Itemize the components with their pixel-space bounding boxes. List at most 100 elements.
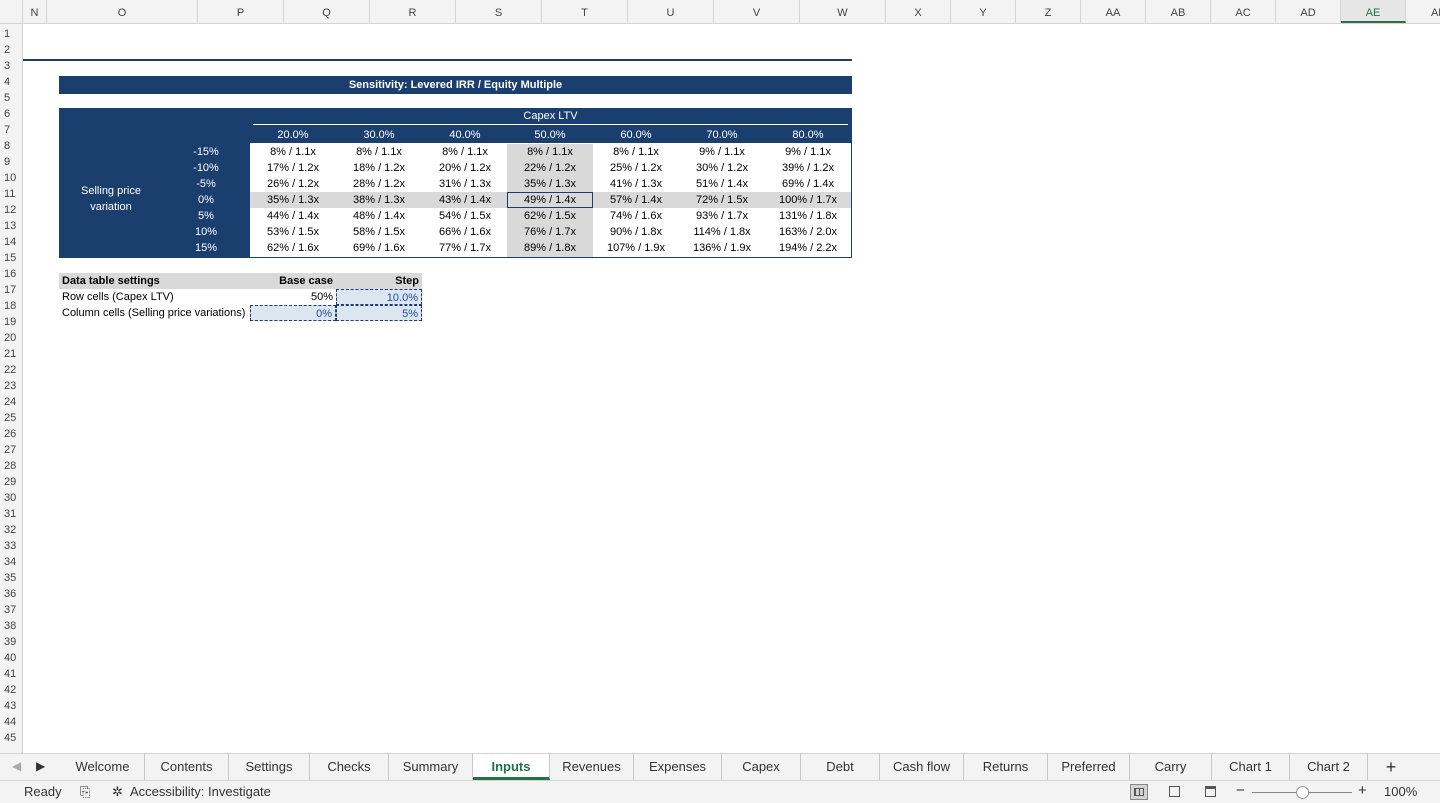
column-header-y[interactable]: Y [951,0,1016,23]
sensitivity-cell[interactable]: 8% / 1.1x [422,144,508,160]
sensitivity-cell[interactable]: 76% / 1.7x [507,224,593,240]
sensitivity-cell[interactable]: 25% / 1.2x [593,160,679,176]
row-header-44[interactable]: 44 [0,714,22,730]
row-header-5[interactable]: 5 [0,90,22,106]
sensitivity-cell[interactable]: 35% / 1.3x [250,192,336,208]
macro-recording-icon[interactable]: ⎘ [80,784,90,800]
sheet-tab-inputs[interactable]: Inputs [473,754,550,780]
sensitivity-cell[interactable]: 8% / 1.1x [593,144,679,160]
column-header-x[interactable]: X [886,0,951,23]
column-header-s[interactable]: S [456,0,542,23]
row-header-11[interactable]: 11 [0,186,22,202]
sensitivity-cell[interactable]: 62% / 1.6x [250,240,336,256]
row-header-41[interactable]: 41 [0,666,22,682]
sensitivity-cell[interactable]: 77% / 1.7x [422,240,508,256]
sensitivity-cell[interactable]: 62% / 1.5x [507,208,593,224]
sensitivity-cell[interactable]: 22% / 1.2x [507,160,593,176]
page-break-view-icon[interactable] [1202,784,1220,800]
row-header-35[interactable]: 35 [0,570,22,586]
sensitivity-cell[interactable]: 100% / 1.7x [765,192,851,208]
sensitivity-cell[interactable]: 8% / 1.1x [507,144,593,160]
row-header-13[interactable]: 13 [0,218,22,234]
row-header-3[interactable]: 3 [0,58,22,74]
row-header-27[interactable]: 27 [0,442,22,458]
column-header-o[interactable]: O [47,0,198,23]
zoom-level[interactable]: 100% [1384,784,1417,799]
row-header-40[interactable]: 40 [0,650,22,666]
row-header-19[interactable]: 19 [0,314,22,330]
sensitivity-cell[interactable]: 44% / 1.4x [250,208,336,224]
row-header-12[interactable]: 12 [0,202,22,218]
sensitivity-cell[interactable]: 38% / 1.3x [336,192,422,208]
column-header-q[interactable]: Q [284,0,370,23]
column-header-w[interactable]: W [800,0,886,23]
row-header-42[interactable]: 42 [0,682,22,698]
column-header-n[interactable]: N [23,0,47,23]
sensitivity-cell[interactable]: 17% / 1.2x [250,160,336,176]
sensitivity-cell[interactable]: 30% / 1.2x [679,160,765,176]
tab-scroll-left-icon[interactable]: ◀ [12,759,21,773]
row-header-15[interactable]: 15 [0,250,22,266]
sheet-tab-expenses[interactable]: Expenses [634,754,722,780]
sensitivity-cell[interactable]: 41% / 1.3x [593,176,679,192]
row-header-9[interactable]: 9 [0,154,22,170]
sensitivity-cell[interactable]: 69% / 1.6x [336,240,422,256]
sensitivity-cell[interactable]: 93% / 1.7x [679,208,765,224]
sensitivity-cell[interactable]: 53% / 1.5x [250,224,336,240]
sensitivity-cell[interactable]: 26% / 1.2x [250,176,336,192]
zoom-slider-thumb[interactable] [1296,786,1309,799]
sensitivity-cell[interactable]: 18% / 1.2x [336,160,422,176]
row-header-36[interactable]: 36 [0,586,22,602]
sensitivity-cell[interactable]: 35% / 1.3x [507,176,593,192]
row-header-39[interactable]: 39 [0,634,22,650]
row-header-30[interactable]: 30 [0,490,22,506]
row-header-17[interactable]: 17 [0,282,22,298]
sensitivity-cell[interactable]: 48% / 1.4x [336,208,422,224]
row-header-10[interactable]: 10 [0,170,22,186]
column-header-r[interactable]: R [370,0,456,23]
row-header-14[interactable]: 14 [0,234,22,250]
sensitivity-cell[interactable]: 8% / 1.1x [336,144,422,160]
row-header-23[interactable]: 23 [0,378,22,394]
sensitivity-cell[interactable]: 131% / 1.8x [765,208,851,224]
row-header-6[interactable]: 6 [0,106,22,122]
sensitivity-cell[interactable]: 72% / 1.5x [679,192,765,208]
sheet-tab-capex[interactable]: Capex [722,754,801,780]
tab-scroll-right-icon[interactable]: ▶ [36,759,45,773]
sensitivity-cell[interactable]: 66% / 1.6x [422,224,508,240]
worksheet-grid[interactable]: Sensitivity: Levered IRR / Equity Multip… [23,24,1440,753]
column-header-ac[interactable]: AC [1211,0,1276,23]
row-header-24[interactable]: 24 [0,394,22,410]
select-all-corner[interactable] [0,0,23,23]
column-header-ad[interactable]: AD [1276,0,1341,23]
sensitivity-cell[interactable]: 163% / 2.0x [765,224,851,240]
sensitivity-cell[interactable]: 107% / 1.9x [593,240,679,256]
sensitivity-cell[interactable]: 20% / 1.2x [422,160,508,176]
sensitivity-cell[interactable]: 114% / 1.8x [679,224,765,240]
sensitivity-cell[interactable]: 28% / 1.2x [336,176,422,192]
sheet-tab-checks[interactable]: Checks [310,754,389,780]
sheet-tab-contents[interactable]: Contents [145,754,229,780]
sheet-tab-chart-1[interactable]: Chart 1 [1212,754,1290,780]
row-cells-step-input[interactable]: 10.0% [336,289,422,305]
sheet-tab-preferred[interactable]: Preferred [1048,754,1130,780]
row-header-2[interactable]: 2 [0,42,22,58]
column-header-ae[interactable]: AE [1341,0,1406,23]
row-header-8[interactable]: 8 [0,138,22,154]
zoom-out-button[interactable]: − [1236,782,1245,799]
column-header-aa[interactable]: AA [1081,0,1146,23]
sensitivity-cell[interactable]: 9% / 1.1x [765,144,851,160]
sheet-tab-carry[interactable]: Carry [1130,754,1212,780]
sensitivity-cell[interactable]: 58% / 1.5x [336,224,422,240]
row-header-29[interactable]: 29 [0,474,22,490]
sensitivity-cell[interactable]: 89% / 1.8x [507,240,593,256]
sensitivity-cell[interactable]: 43% / 1.4x [422,192,508,208]
row-header-32[interactable]: 32 [0,522,22,538]
sensitivity-cell[interactable]: 74% / 1.6x [593,208,679,224]
sheet-tab-debt[interactable]: Debt [801,754,880,780]
sensitivity-cell[interactable]: 8% / 1.1x [250,144,336,160]
accessibility-status[interactable]: Accessibility: Investigate [130,784,271,799]
row-header-43[interactable]: 43 [0,698,22,714]
column-cells-step-input[interactable]: 5% [336,305,422,321]
row-cells-base[interactable]: 50% [250,289,336,305]
